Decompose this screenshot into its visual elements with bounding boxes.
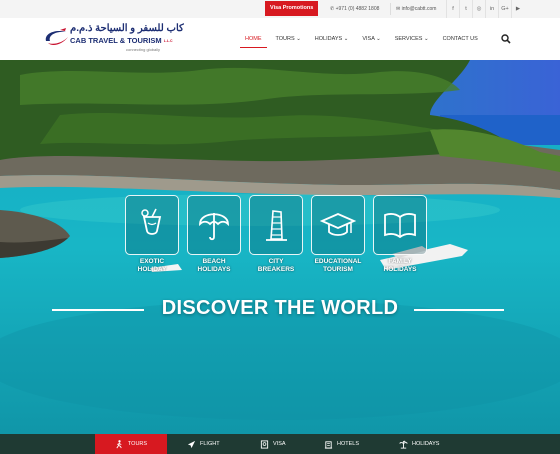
category-tile	[249, 195, 303, 255]
category-label-line2: HOLIDAYS	[383, 266, 417, 273]
nav-visa[interactable]: VISA ⌄	[355, 18, 387, 60]
chevron-down-icon: ⌄	[343, 36, 349, 42]
nav-contact-us[interactable]: CONTACT US	[436, 18, 485, 60]
nav-home[interactable]: HOME	[238, 18, 269, 60]
search-tabs: TOURS FLIGHT VISA HOTELS HOLIDAYS	[0, 434, 560, 454]
graduation-cap-icon	[320, 213, 356, 236]
instagram-icon[interactable]: ◎	[472, 0, 485, 18]
category-city-breakers[interactable]: CITY BREAKERS	[248, 195, 304, 274]
email-address: info@cabtt.com	[401, 6, 437, 12]
logo-swoosh-icon	[45, 28, 68, 45]
social-links: f t ◎ in G+ ▶	[446, 0, 524, 18]
visa-promotions-button[interactable]: Visa Promotions	[265, 1, 319, 16]
tab-hotels[interactable]: HOTELS	[324, 434, 359, 454]
phone-number: +971 (0) 4882 1808	[335, 6, 380, 12]
logo-arabic-text: كاب للسفر و السياحة ذ.م.م	[70, 23, 184, 34]
category-label-line2: HOLIDAYS	[197, 266, 231, 273]
site-header: كاب للسفر و السياحة ذ.م.م CAB TRAVEL & T…	[0, 18, 560, 60]
tab-flight[interactable]: FLIGHT	[187, 434, 220, 454]
category-label: EDUCATIONAL TOURISM	[310, 258, 366, 274]
headline-rule-right	[414, 309, 504, 311]
phone-contact[interactable]: ✆ +971 (0) 4882 1808	[330, 0, 379, 18]
facebook-icon[interactable]: f	[446, 0, 459, 18]
category-label-line1: EXOTIC	[139, 258, 165, 265]
nav-services[interactable]: SERVICES ⌄	[388, 18, 436, 60]
category-label-line1: CITY	[268, 258, 284, 265]
walker-icon	[116, 439, 122, 448]
category-label-line2: HOLIDAY	[137, 266, 167, 273]
category-exotic-holiday[interactable]: EXOTIC HOLIDAY	[124, 195, 180, 274]
category-tile	[311, 195, 365, 255]
hero-banner: EXOTIC HOLIDAY BEACH HOLIDAYS CITY BREAK…	[0, 60, 560, 434]
tab-label: HOLIDAYS	[412, 441, 440, 447]
passport-icon	[260, 439, 269, 449]
category-label-line1: FAMILY	[388, 258, 412, 265]
category-tile	[187, 195, 241, 255]
logo-english-text: CAB TRAVEL & TOURISM L.L.C	[70, 36, 173, 45]
logo-english-name: CAB TRAVEL & TOURISM	[70, 36, 162, 45]
chevron-down-icon: ⌄	[296, 36, 301, 42]
tab-label: HOTELS	[337, 441, 360, 447]
category-educational-tourism[interactable]: EDUCATIONAL TOURISM	[310, 195, 366, 274]
tower-icon	[266, 210, 287, 241]
tab-label: VISA	[273, 441, 286, 447]
category-label: BEACH HOLIDAYS	[186, 258, 242, 274]
email-contact[interactable]: ✉ info@cabtt.com	[396, 0, 436, 18]
chevron-down-icon: ⌄	[423, 36, 429, 42]
nav-holidays[interactable]: HOLIDAYS ⌄	[308, 18, 356, 60]
nav-visa-label: VISA	[362, 36, 375, 42]
category-label: EXOTIC HOLIDAY	[124, 258, 180, 274]
youtube-icon[interactable]: ▶	[511, 0, 524, 18]
nav-holidays-label: HOLIDAYS	[314, 36, 343, 42]
category-label-line2: BREAKERS	[257, 266, 295, 273]
twitter-icon[interactable]: t	[459, 0, 472, 18]
category-label-line1: EDUCATIONAL	[314, 258, 362, 265]
plane-icon	[187, 440, 196, 448]
nav-services-label: SERVICES	[394, 36, 423, 42]
category-family-holidays[interactable]: FAMILY HOLIDAYS	[372, 195, 428, 274]
search-icon[interactable]	[501, 34, 511, 44]
logo-tagline: connecting globally	[126, 47, 161, 52]
nav-tours[interactable]: TOURS ⌄	[269, 18, 308, 60]
category-tile	[373, 195, 427, 255]
cocktail-icon	[141, 208, 162, 235]
tab-holidays[interactable]: HOLIDAYS	[399, 434, 439, 454]
site-logo[interactable]: كاب للسفر و السياحة ذ.م.م CAB TRAVEL & T…	[42, 23, 184, 57]
main-nav: HOME TOURS ⌄ HOLIDAYS ⌄ VISA ⌄ SERVICES …	[238, 18, 485, 60]
category-label-line1: BEACH	[202, 258, 226, 265]
tab-label: FLIGHT	[200, 441, 220, 447]
category-label: CITY BREAKERS	[248, 258, 304, 274]
tab-label: TOURS	[127, 441, 148, 447]
divider	[390, 3, 391, 15]
top-bar: Visa Promotions ✆ +971 (0) 4882 1808 ✉ i…	[0, 0, 560, 19]
category-beach-holidays[interactable]: BEACH HOLIDAYS	[186, 195, 242, 274]
category-label-line2: TOURISM	[323, 266, 353, 273]
book-icon	[384, 213, 416, 239]
tab-tours[interactable]: TOURS	[95, 434, 167, 454]
hotel-icon	[324, 440, 333, 449]
umbrella-icon	[199, 213, 229, 241]
logo-suffix: L.L.C	[163, 39, 173, 44]
tab-visa[interactable]: VISA	[260, 434, 286, 454]
category-label: FAMILY HOLIDAYS	[372, 258, 428, 274]
nav-tours-label: TOURS	[275, 36, 295, 42]
category-tile	[125, 195, 179, 255]
google-plus-icon[interactable]: G+	[498, 0, 511, 18]
linkedin-icon[interactable]: in	[485, 0, 498, 18]
palm-icon	[399, 440, 408, 449]
chevron-down-icon: ⌄	[376, 36, 381, 42]
